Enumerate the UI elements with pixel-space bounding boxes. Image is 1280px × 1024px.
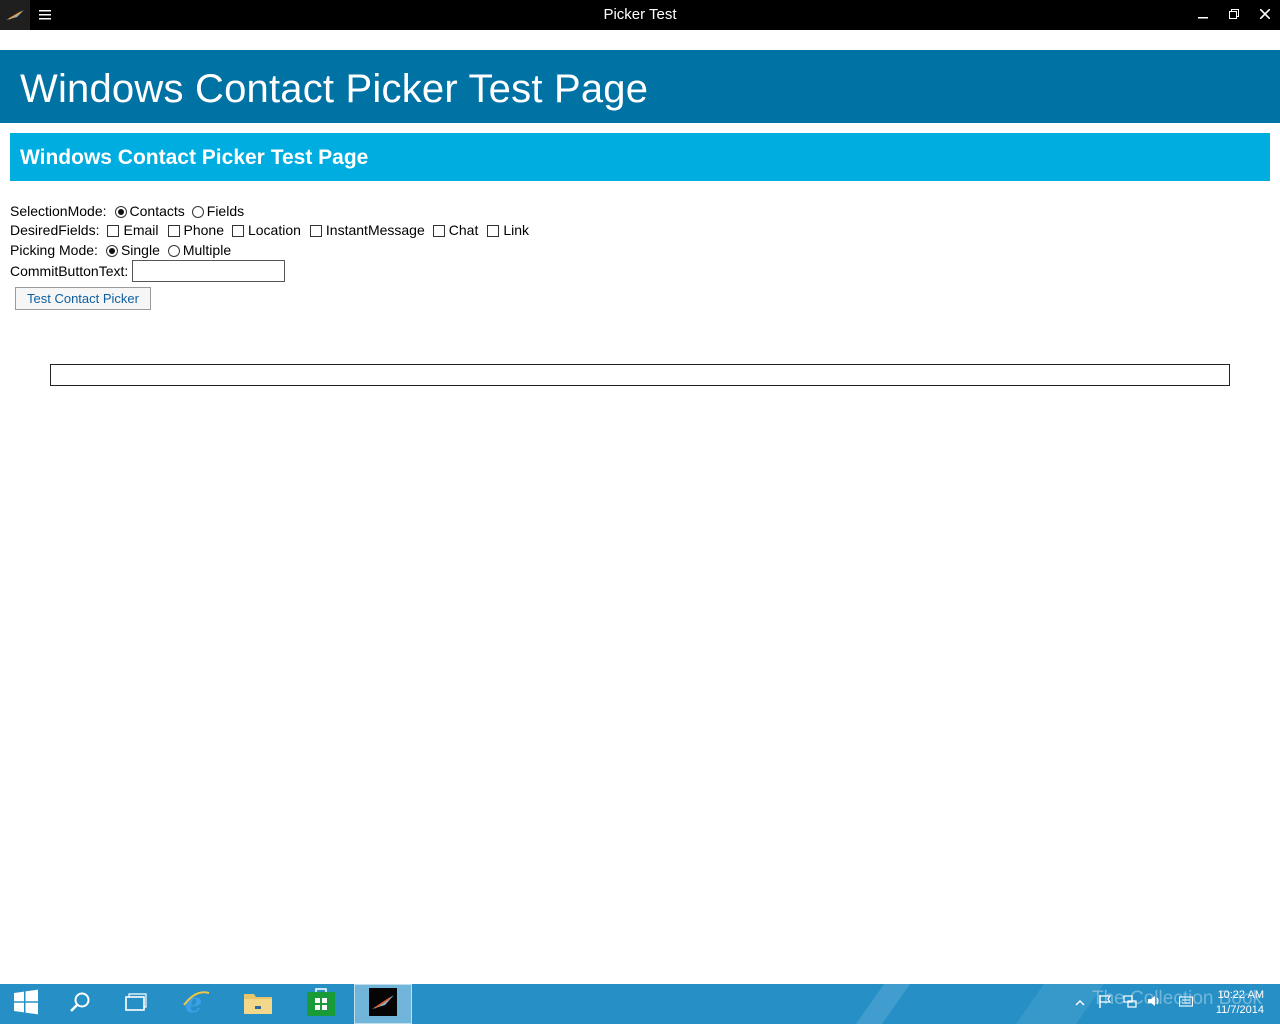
file-explorer-icon (243, 989, 273, 1020)
selection-mode-label: SelectionMode: (10, 203, 107, 219)
selection-mode-fields-option[interactable]: Fields (191, 202, 245, 221)
title-bar: Picker Test (0, 0, 1280, 30)
picking-mode-row: Picking Mode: Single Multiple (10, 241, 231, 260)
email-checkbox-label: Email (123, 222, 159, 238)
commit-button-text-label: CommitButtonText: (10, 262, 129, 279)
picker-test-taskbar-button[interactable] (354, 984, 412, 1024)
desired-fields-row: DesiredFields: Email Phone Location Inst… (10, 221, 529, 240)
result-output-box (50, 364, 1230, 386)
location-checkbox-label: Location (247, 222, 301, 238)
close-icon (1259, 6, 1271, 24)
phone-checkbox[interactable] (167, 224, 180, 237)
desired-fields-label: DesiredFields: (10, 222, 100, 238)
clock-date: 11/7/2014 (1215, 1004, 1264, 1016)
multiple-radio-label: Multiple (182, 242, 232, 258)
taskbar: e The Collection Book 10:22 AM 11/7/2014 (0, 984, 1280, 1024)
page-title: Windows Contact Picker Test Page (20, 67, 649, 111)
close-button[interactable] (1249, 0, 1280, 30)
contacts-radio[interactable] (114, 205, 127, 218)
link-checkbox[interactable] (487, 224, 500, 237)
volume-button[interactable] (1147, 994, 1161, 1013)
email-checkbox[interactable] (107, 224, 120, 237)
picking-mode-label: Picking Mode: (10, 242, 98, 258)
search-button[interactable] (54, 984, 106, 1024)
section-title: Windows Contact Picker Test Page (20, 146, 369, 169)
start-button[interactable] (0, 984, 52, 1024)
chat-checkbox[interactable] (432, 224, 445, 237)
picking-mode-single-option[interactable]: Single (105, 241, 160, 260)
link-checkbox-label: Link (503, 222, 530, 238)
action-center-button[interactable] (1098, 994, 1112, 1013)
multiple-radio[interactable] (167, 244, 180, 257)
location-option[interactable]: Location (231, 221, 301, 240)
single-radio-label: Single (120, 242, 160, 258)
selection-mode-row: SelectionMode: Contacts Fields (10, 202, 244, 221)
chat-checkbox-label: Chat (448, 222, 479, 238)
action-center-flag-icon (1098, 994, 1112, 1013)
clock-time: 10:22 AM (1217, 989, 1264, 1001)
taskbar-clock[interactable]: 10:22 AM 11/7/2014 (1200, 988, 1264, 1018)
restore-button[interactable] (1218, 0, 1250, 30)
windows-start-icon (13, 989, 39, 1020)
file-explorer-button[interactable] (232, 984, 284, 1024)
restore-icon (1229, 6, 1239, 24)
search-icon (69, 991, 91, 1018)
contacts-radio-label: Contacts (129, 203, 185, 219)
show-hidden-icons-button[interactable] (1073, 996, 1087, 1010)
minimize-button[interactable] (1187, 0, 1219, 30)
commit-button-text-input[interactable] (132, 260, 286, 282)
internet-explorer-icon: e (181, 987, 211, 1022)
app-icon (369, 987, 397, 1021)
test-contact-picker-button[interactable]: Test Contact Picker (15, 287, 151, 310)
instant-message-checkbox-label: InstantMessage (325, 222, 425, 238)
location-checkbox[interactable] (231, 224, 244, 237)
email-option[interactable]: Email (107, 221, 159, 240)
chat-option[interactable]: Chat (432, 221, 479, 240)
task-view-icon (124, 992, 148, 1017)
touch-keyboard-button[interactable] (1178, 994, 1194, 1012)
network-button[interactable] (1123, 994, 1137, 1013)
network-icon (1123, 994, 1137, 1013)
volume-icon (1147, 994, 1161, 1013)
commit-button-text-row: CommitButtonText: (10, 260, 286, 282)
fields-radio-label: Fields (206, 203, 245, 219)
internet-explorer-button[interactable]: e (170, 984, 222, 1024)
phone-checkbox-label: Phone (183, 222, 224, 238)
picking-mode-multiple-option[interactable]: Multiple (167, 241, 232, 260)
phone-option[interactable]: Phone (167, 221, 224, 240)
link-option[interactable]: Link (487, 221, 529, 240)
window-title: Picker Test (603, 6, 677, 23)
store-icon (306, 987, 336, 1022)
minimize-icon (1198, 6, 1208, 24)
show-hidden-icons-icon (1075, 994, 1085, 1012)
taskbar-stripe (855, 984, 911, 1024)
single-radio[interactable] (105, 244, 118, 257)
selection-mode-contacts-option[interactable]: Contacts (114, 202, 185, 221)
task-view-button[interactable] (110, 984, 162, 1024)
instant-message-checkbox[interactable] (309, 224, 322, 237)
fields-radio[interactable] (191, 205, 204, 218)
keyboard-icon (1178, 994, 1194, 1012)
taskbar-stripe (1015, 984, 1105, 1024)
instant-message-option[interactable]: InstantMessage (309, 221, 425, 240)
store-button[interactable] (295, 984, 347, 1024)
